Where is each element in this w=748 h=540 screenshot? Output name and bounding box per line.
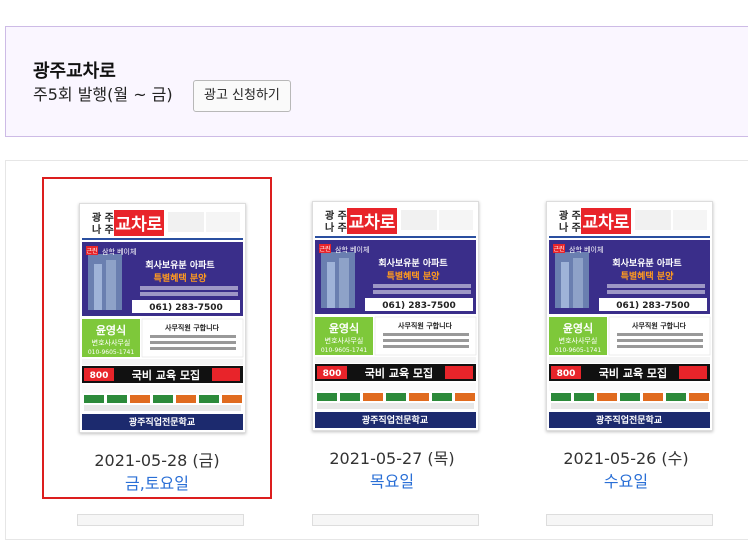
cover-job-heading: 사무직원 구합니다 [398, 321, 453, 330]
cover-housing-phone: 061) 283-7500 [382, 301, 456, 311]
cover-region-bottom: 나 주 [325, 221, 347, 234]
cover-lawyer-phone: 010-9605-1741 [555, 347, 602, 354]
cover-edu-title: 국비 교육 모집 [599, 366, 667, 380]
cover-housing-headline: 회사보유분 아파트 [378, 257, 448, 269]
cover-edu-number: 800 [557, 369, 576, 379]
cover-housing-phone: 061) 283-7500 [616, 301, 690, 311]
cover-lawyer-phone: 010-9605-1741 [321, 347, 368, 354]
cover-lawyer-phone: 010-9605-1741 [88, 349, 135, 356]
issue-day-link[interactable]: 수요일 [511, 468, 741, 492]
cover-housing-tag: 근린 [553, 246, 564, 253]
cover-housing-headline: 회사보유분 아파트 [612, 257, 682, 269]
cover-lawyer-name: 윤영식 [563, 321, 593, 335]
publication-header: 광주교차로 주5회 발행(월 ~ 금) 광고 신청하기 [5, 26, 748, 137]
publication-name: 광주교차로 [33, 61, 116, 82]
cover-school-name: 광주직업전문학교 [596, 414, 662, 426]
cover-school-name: 광주직업전문학교 [362, 414, 428, 426]
cover-housing-offer: 특별혜택 분양 [621, 270, 675, 282]
issue-date: 2021-05-28 (금) [94, 451, 220, 470]
cover-housing-location: 삼학 베이체 [102, 247, 136, 256]
cover-lawyer-name: 윤영식 [96, 323, 126, 337]
issue-day-link[interactable]: 목요일 [277, 468, 507, 492]
cover-region-bottom: 나 주 [92, 223, 114, 236]
issue-day-link[interactable]: 금,토요일 [44, 470, 270, 494]
ad-apply-button[interactable]: 광고 신청하기 [193, 80, 291, 112]
issue-card[interactable]: 광 주나 주 교차로근린 삼학 베이체회사보유분 아파트 특별혜택 분양 061) 28… [42, 177, 272, 499]
cover-job-heading: 사무직원 구합니다 [165, 323, 220, 332]
cover-housing-offer: 특별혜택 분양 [387, 270, 441, 282]
cover-logo-text: 교차로 [583, 213, 630, 233]
cover-region-bottom: 나 주 [559, 221, 581, 234]
cover-logo-text: 교차로 [116, 215, 163, 235]
newspaper-cover: 광 주나 주 교차로근린 삼학 베이체회사보유분 아파트특별혜택 분양 061) 28… [80, 204, 245, 432]
cover-edu-title: 국비 교육 모집 [365, 366, 433, 380]
issue-cover-thumbnail[interactable]: 광 주나 주 교차로근린 삼학 베이체회사보유분 아파트 특별혜택 분양 061) 28… [546, 201, 713, 431]
cover-school-name: 광주직업전문학교 [129, 416, 195, 428]
issue-card[interactable]: 광 주나 주 교차로근린 삼학 베이체회사보유분 아파트 특별혜택 분양 061) 28… [511, 177, 741, 499]
issue-date: 2021-05-27 (목) [329, 449, 455, 468]
cover-housing-location: 삼학 베이체 [569, 245, 603, 254]
cover-housing-phone: 061) 283-7500 [149, 303, 223, 313]
issue-card[interactable]: 광 주나 주 교차로근린 삼학 베이체회사보유분 아파트 특별혜택 분양 061) 28… [277, 177, 507, 499]
cover-edu-number: 800 [323, 369, 342, 379]
cover-housing-headline: 회사보유분 아파트 [145, 259, 215, 271]
cover-housing-offer: 특별혜택 분양 [154, 272, 208, 284]
publication-schedule-text: 주5회 발행(월 ~ 금) [33, 85, 173, 104]
publication-schedule: 주5회 발행(월 ~ 금) [33, 83, 173, 107]
cover-housing-tag: 근린 [86, 248, 97, 255]
issue-cover-thumbnail[interactable]: 광 주나 주 교차로근린 삼학 베이체회사보유분 아파트 특별혜택 분양 061) 28… [312, 201, 479, 431]
cover-lawyer-office: 변호사사무실 [325, 336, 364, 345]
issue-date: 2021-05-26 (수) [563, 449, 689, 468]
cover-edu-title: 국비 교육 모집 [132, 368, 200, 382]
next-row-thumbnail[interactable] [77, 514, 244, 526]
cover-lawyer-office: 변호사사무실 [559, 336, 598, 345]
cover-region-top: 광 주 [325, 210, 347, 222]
cover-region-top: 광 주 [92, 212, 114, 224]
newspaper-cover: 광 주나 주 교차로근린 삼학 베이체회사보유분 아파트특별혜택 분양 061) 28… [547, 202, 712, 430]
cover-lawyer-name: 윤영식 [329, 321, 359, 335]
cover-housing-tag: 근린 [319, 246, 330, 253]
next-row-thumbnail[interactable] [312, 514, 479, 526]
newspaper-cover: 광 주나 주 교차로근린 삼학 베이체회사보유분 아파트특별혜택 분양 061) 28… [313, 202, 478, 430]
cover-housing-location: 삼학 베이체 [335, 245, 369, 254]
cover-logo-text: 교차로 [349, 213, 396, 233]
next-row-thumbnail[interactable] [546, 514, 713, 526]
issue-cover-thumbnail[interactable]: 광 주나 주 교차로근린 삼학 베이체회사보유분 아파트 특별혜택 분양 061) 28… [79, 203, 246, 433]
cover-lawyer-office: 변호사사무실 [92, 338, 131, 347]
cover-edu-number: 800 [90, 371, 109, 381]
cover-job-heading: 사무직원 구합니다 [632, 321, 687, 330]
cover-region-top: 광 주 [559, 210, 581, 222]
